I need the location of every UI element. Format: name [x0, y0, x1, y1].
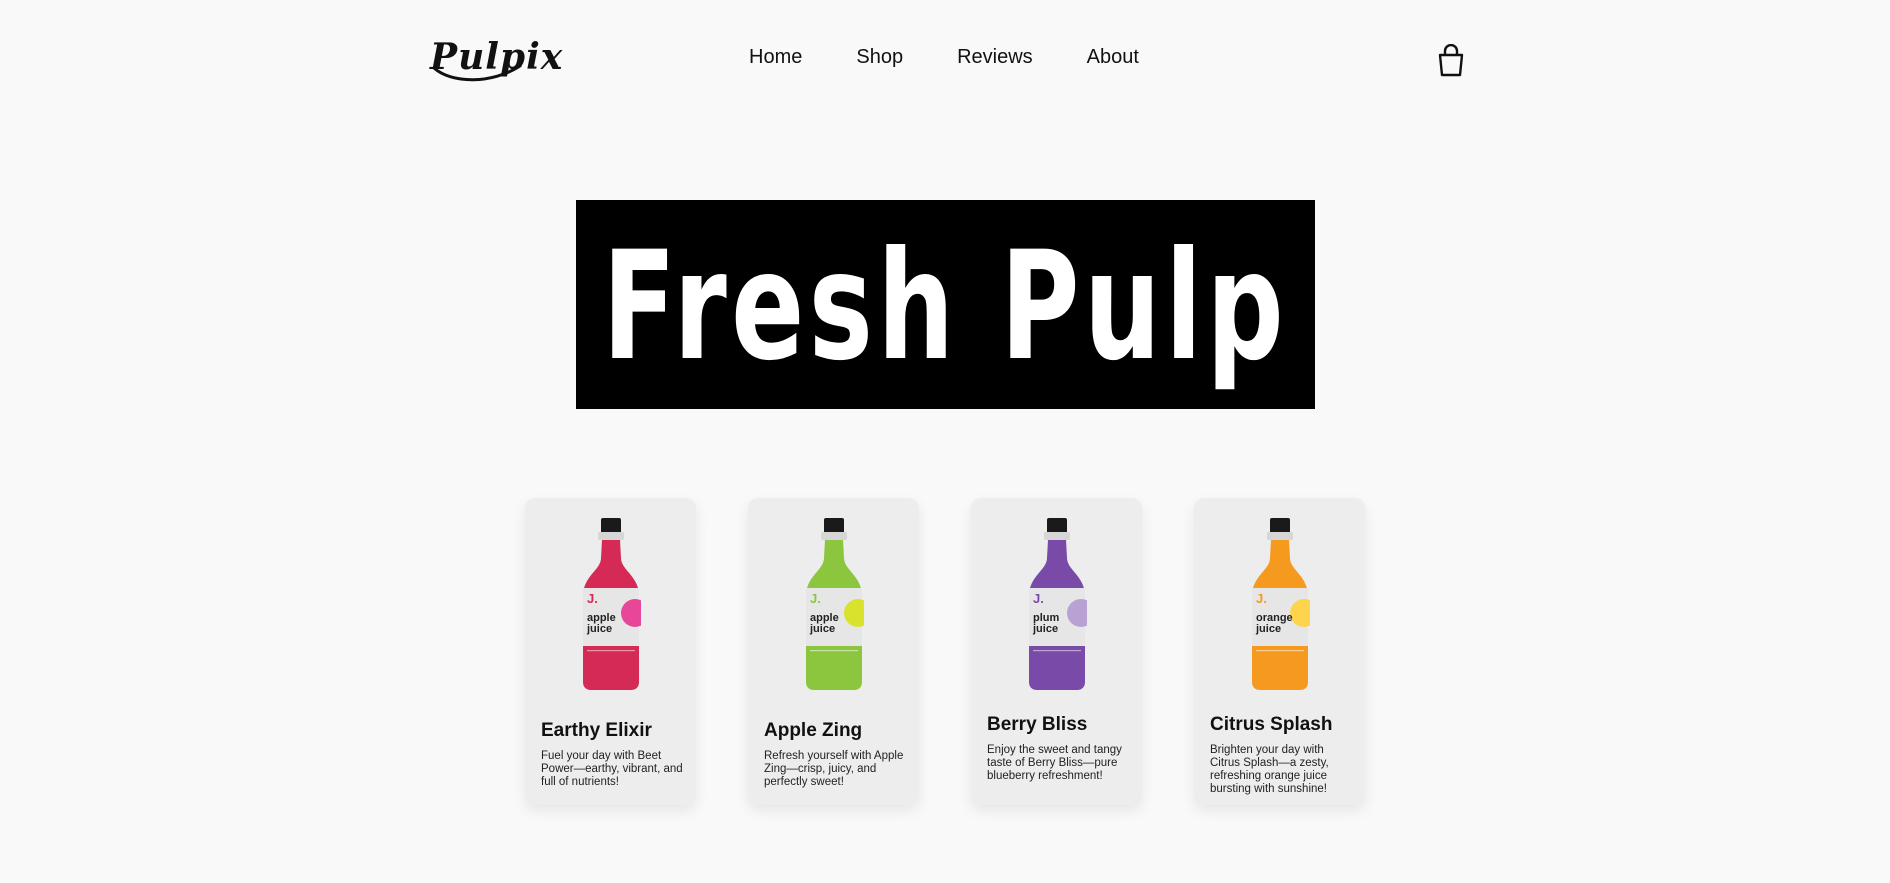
product-card[interactable]: J. plum juice Berry Bliss Enjoy the sweet …: [971, 498, 1142, 805]
product-title: Earthy Elixir: [541, 720, 652, 741]
main-nav: Home Shop Reviews About: [749, 46, 1139, 69]
bottle-neck-ring: [1267, 532, 1293, 540]
product-card[interactable]: J. apple juice Apple Zing Refresh yourself…: [748, 498, 919, 805]
product-title: Apple Zing: [764, 720, 863, 741]
hero-banner: Fresh Pulp: [576, 200, 1315, 409]
nav-about[interactable]: About: [1087, 46, 1139, 69]
product-description: Enjoy the sweet and tangy taste of Berry…: [987, 744, 1122, 782]
product-description: Refresh yourself with Apple Zing—crisp, …: [764, 750, 904, 788]
bottle-image: J.applejuice: [806, 518, 864, 690]
bottle-brand-mark: J.: [1033, 591, 1044, 606]
bottle-label-bottom: juice: [1255, 623, 1281, 635]
bottle-detail-line: [587, 650, 635, 652]
bottle-label-bottom: juice: [586, 623, 612, 635]
bottle-neck-ring: [821, 532, 847, 540]
bottle-neck-ring: [598, 532, 624, 540]
product-card[interactable]: J. apple juice Earthy Elixir Fuel your day…: [525, 498, 696, 805]
bottle-image: J.applejuice: [583, 518, 641, 690]
bottle-image: J.orangejuice: [1252, 518, 1310, 690]
nav-shop[interactable]: Shop: [856, 46, 903, 69]
logo-swash: [432, 64, 522, 82]
shopping-bag-icon[interactable]: [1436, 44, 1466, 78]
product-title: Berry Bliss: [987, 714, 1088, 735]
bottle-label-bottom: juice: [1032, 623, 1058, 635]
bottle-detail-line: [1033, 650, 1081, 652]
hero-title: Fresh Pulp: [602, 219, 1289, 394]
nav-home[interactable]: Home: [749, 46, 802, 69]
bottle-neck-ring: [1044, 532, 1070, 540]
nav-reviews[interactable]: Reviews: [957, 46, 1033, 69]
product-title: Citrus Splash: [1210, 714, 1333, 735]
product-grid: J. apple juice Earthy Elixir Fuel your day…: [525, 498, 1365, 805]
bottle-image: J.plumjuice: [1029, 518, 1087, 690]
bottle-detail-line: [810, 650, 858, 652]
product-description: Fuel your day with Beet Power—earthy, vi…: [541, 750, 683, 788]
product-card[interactable]: J. orange juice Citrus Splash Brighten you…: [1194, 498, 1365, 805]
product-description: Brighten your day with Citrus Splash—a z…: [1210, 744, 1329, 795]
bottle-brand-mark: J.: [810, 591, 821, 606]
site-header: Pulpix Home Shop Reviews About: [0, 0, 1890, 120]
bottle-label-bottom: juice: [809, 623, 835, 635]
bottle-brand-mark: J.: [1256, 591, 1267, 606]
bottle-detail-line: [1256, 650, 1304, 652]
bottle-brand-mark: J.: [587, 591, 598, 606]
